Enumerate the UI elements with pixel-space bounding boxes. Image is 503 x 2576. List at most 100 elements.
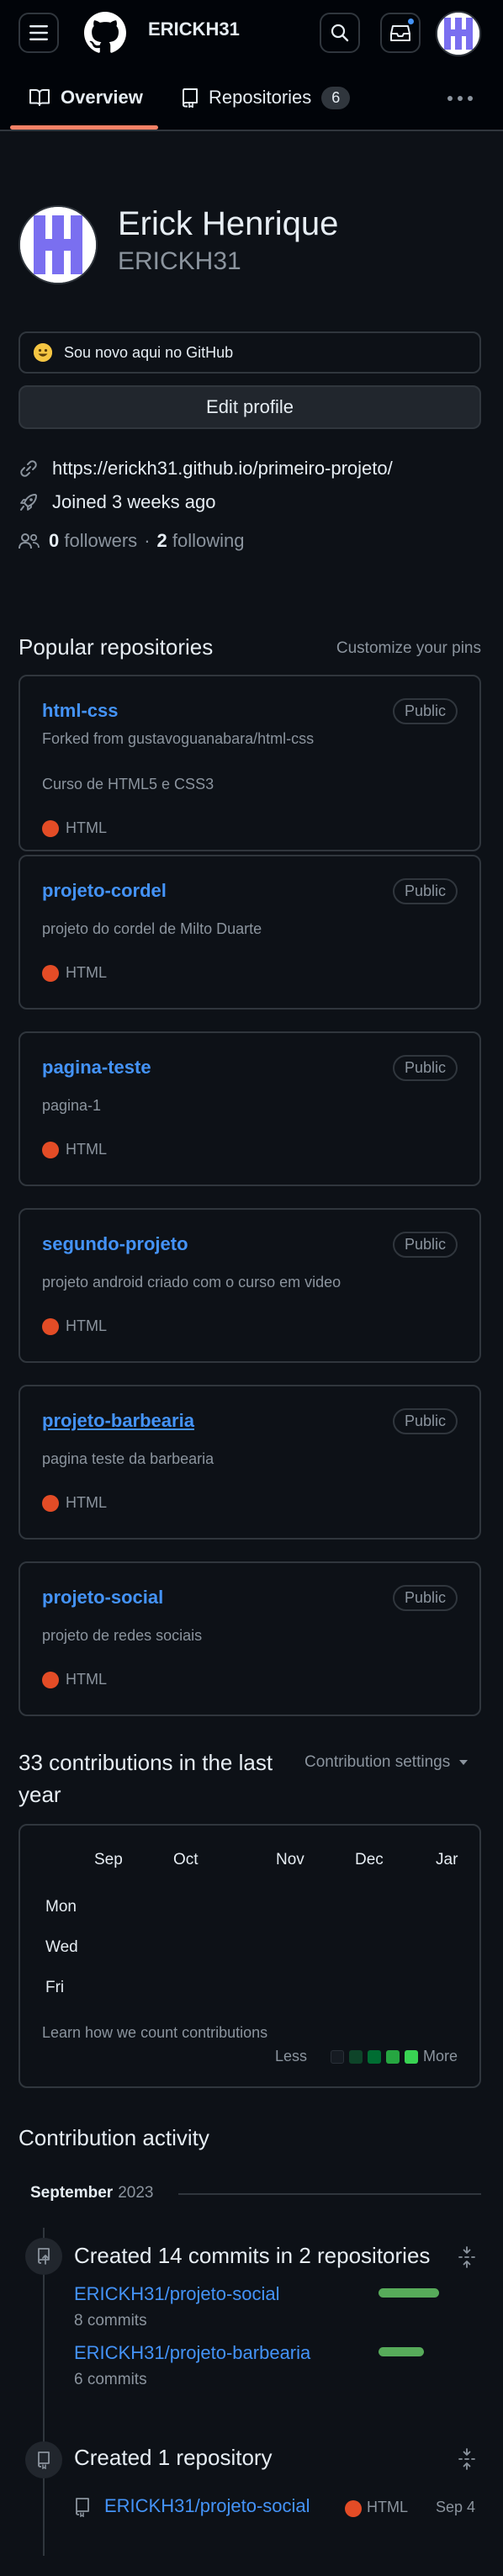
- created-repo-language: HTML: [367, 2499, 408, 2515]
- fold-toggle-button[interactable]: [458, 2448, 476, 2470]
- legend-less-label: Less: [274, 2048, 307, 2065]
- repo-language: HTML: [42, 1671, 107, 1688]
- learn-contributions-link[interactable]: Learn how we count contributions: [42, 2024, 267, 2042]
- repo-language-label: HTML: [66, 964, 107, 981]
- followers-count: 0: [49, 530, 60, 551]
- github-logo-icon[interactable]: [84, 12, 126, 54]
- repo-description: Curso de HTML5 e CSS3: [42, 776, 214, 792]
- fold-toggle-button[interactable]: [458, 2246, 476, 2268]
- edit-profile-button[interactable]: Edit profile: [19, 385, 481, 429]
- tab-overview-label: Overview: [61, 87, 143, 108]
- user-status[interactable]: Sou novo aqui no GitHub: [19, 331, 481, 374]
- following-link[interactable]: 2 following: [157, 530, 245, 552]
- visibility-badge: Public: [392, 1585, 458, 1611]
- repo-icon: [182, 87, 199, 108]
- search-icon: [331, 24, 349, 42]
- legend-level-4: [404, 2049, 418, 2064]
- repo-name-link[interactable]: html-css: [42, 700, 118, 722]
- profile-joined-row: Joined 3 weeks ago: [19, 491, 215, 513]
- profile-website-link[interactable]: https://erickh31.github.io/primeiro-proj…: [52, 458, 393, 480]
- link-icon: [19, 458, 39, 479]
- book-icon: [29, 88, 50, 107]
- more-options-button[interactable]: [446, 86, 474, 111]
- repo-name-link[interactable]: projeto-cordel: [42, 880, 167, 902]
- inbox-icon: [390, 24, 410, 42]
- repo-language-label: HTML: [66, 1317, 107, 1334]
- repo-language: HTML: [42, 1494, 107, 1512]
- tab-repositories[interactable]: Repositories 6: [182, 66, 351, 130]
- repo-name-link[interactable]: projeto-barbearia: [42, 1410, 194, 1432]
- repo-language: HTML: [42, 964, 107, 982]
- calendar-month-label: Oct: [173, 1851, 199, 1868]
- following-label: following: [172, 530, 245, 551]
- calendar-month-label: Dec: [355, 1851, 384, 1868]
- repo-language-label: HTML: [66, 1494, 107, 1511]
- triangle-down-icon: [458, 1759, 469, 1766]
- tab-repositories-label: Repositories: [209, 87, 312, 108]
- hamburger-menu-button[interactable]: [19, 13, 59, 53]
- search-button[interactable]: [320, 13, 360, 53]
- created-repo-date: Sep 4: [436, 2499, 476, 2515]
- language-color-dot: [345, 2500, 362, 2517]
- pinned-repo-card: projeto-social Public projeto de redes s…: [19, 1561, 481, 1716]
- kebab-horizontal-icon: [446, 86, 474, 111]
- fold-icon: [458, 2246, 476, 2268]
- repo-language-label: HTML: [66, 1671, 107, 1688]
- profile-tabs: Overview Repositories 6: [0, 66, 503, 131]
- legend-level-3: [385, 2049, 400, 2064]
- contribution-activity-title: Contribution activity: [19, 2125, 209, 2150]
- repo-icon: [35, 2451, 52, 2469]
- repositories-count-badge: 6: [321, 86, 351, 109]
- month-divider: [178, 2193, 481, 2195]
- repo-push-icon: [34, 2247, 53, 2266]
- pinned-repo-card: pagina-teste Public pagina-1 HTML: [19, 1031, 481, 1186]
- tab-overview[interactable]: Overview: [29, 66, 143, 130]
- commits-summary-heading: Created 14 commits in 2 repositories: [74, 2243, 431, 2268]
- legend-more-label: More: [422, 2048, 458, 2065]
- created-repo-link[interactable]: ERICKH31/projeto-social: [104, 2495, 310, 2517]
- followers-link[interactable]: 0 followers: [49, 530, 137, 552]
- profile-name: Erick Henrique: [118, 205, 339, 242]
- notification-indicator: [406, 17, 416, 26]
- calendar-month-label: Jar: [436, 1851, 458, 1868]
- calendar-weekday-label: Mon: [45, 1898, 77, 1916]
- customize-pins-link[interactable]: Customize your pins: [336, 639, 481, 658]
- followers-label: followers: [64, 530, 138, 551]
- pinned-repo-card: projeto-barbearia Public pagina teste da…: [19, 1385, 481, 1540]
- hamburger-menu-icon: [29, 25, 48, 40]
- avatar[interactable]: [436, 11, 481, 56]
- activity-year-label: 2023: [118, 2184, 154, 2202]
- repo-name-link[interactable]: projeto-social: [42, 1587, 163, 1609]
- activity-month-header: September 2023: [30, 2184, 153, 2202]
- profile-avatar[interactable]: [19, 205, 98, 284]
- commit-share-bar: [379, 2288, 439, 2298]
- inbox-button[interactable]: [380, 13, 421, 53]
- calendar-weekday-label: Wed: [45, 1938, 78, 1956]
- profile-joined-text: Joined 3 weeks ago: [52, 491, 216, 512]
- repo-name-link[interactable]: pagina-teste: [42, 1057, 151, 1079]
- popular-repos-title: Popular repositories: [19, 634, 214, 660]
- rocket-icon: [19, 492, 39, 512]
- activity-repo-link[interactable]: ERICKH31/projeto-barbearia: [74, 2342, 310, 2364]
- repo-name-link[interactable]: segundo-projeto: [42, 1233, 188, 1255]
- activity-commit-count[interactable]: 8 commits: [74, 2312, 147, 2330]
- activity-repo-link[interactable]: ERICKH31/projeto-social: [74, 2283, 280, 2305]
- repo-language: HTML: [42, 1317, 107, 1335]
- fold-icon: [458, 2448, 476, 2470]
- header-username[interactable]: ERICKH31: [148, 19, 240, 40]
- timeline-line: [43, 2228, 45, 2556]
- language-color-dot: [42, 819, 59, 837]
- contribution-calendar: Sep Oct Nov Dec Jar Mon Wed Fri Learn ho…: [19, 1824, 481, 2088]
- contribution-settings-button[interactable]: Contribution settings: [304, 1753, 469, 1772]
- active-tab-indicator: [10, 125, 158, 130]
- visibility-badge: Public: [392, 1055, 458, 1081]
- timeline-badge: [25, 2238, 62, 2275]
- visibility-badge: Public: [392, 1408, 458, 1434]
- visibility-badge: Public: [392, 698, 458, 724]
- activity-commit-count[interactable]: 6 commits: [74, 2371, 147, 2389]
- language-color-dot: [42, 964, 59, 982]
- grinning-face-icon: [34, 343, 52, 362]
- repo-description: pagina-1: [42, 1097, 102, 1114]
- forked-from-text[interactable]: Forked from gustavoguanabara/html-css: [42, 730, 314, 748]
- calendar-month-label: Nov: [276, 1851, 304, 1868]
